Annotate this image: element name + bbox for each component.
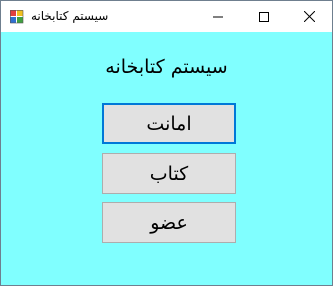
app-icon [10, 10, 24, 24]
member-button[interactable]: عضو [102, 202, 236, 243]
book-button[interactable]: کتاب [102, 153, 236, 194]
window-title: سیستم کتابخانه [31, 9, 109, 23]
title-bar[interactable]: سیستم کتابخانه [1, 1, 332, 32]
app-window: سیستم کتابخانه سیستم کتابخانه امانت کتاب… [0, 0, 333, 286]
loan-button[interactable]: امانت [102, 103, 236, 144]
close-button[interactable] [286, 1, 332, 32]
maximize-icon [259, 11, 269, 22]
minimize-icon [213, 16, 223, 17]
form-client-area: سیستم کتابخانه امانت کتاب عضو [1, 32, 332, 285]
close-icon [303, 11, 315, 22]
minimize-button[interactable] [195, 1, 241, 32]
page-title: سیستم کتابخانه [105, 56, 228, 78]
maximize-button[interactable] [241, 1, 287, 32]
